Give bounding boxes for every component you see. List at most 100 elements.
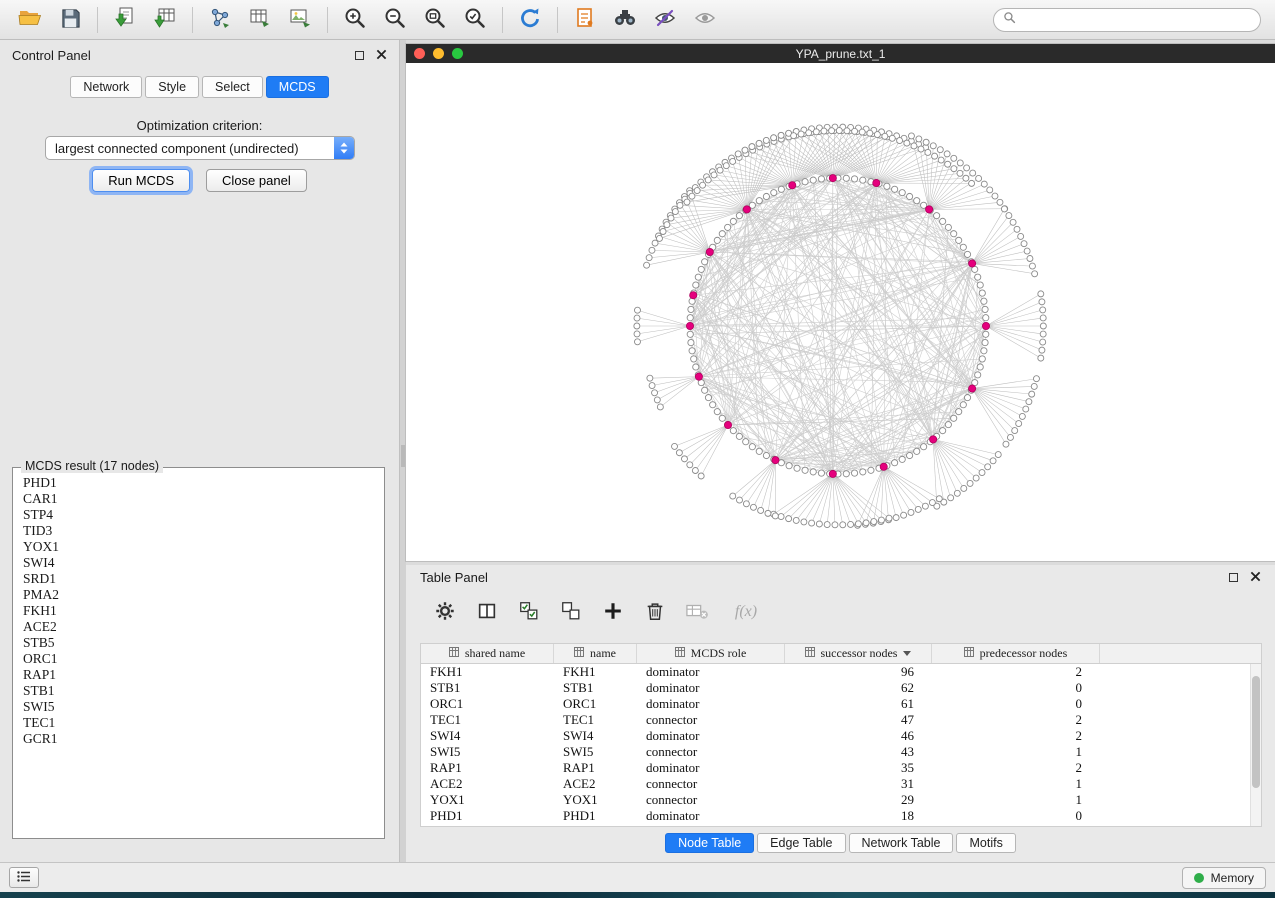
leaf-node[interactable] (717, 167, 723, 173)
leaf-node[interactable] (929, 500, 935, 506)
table-row[interactable]: YOX1YOX1connector291 (421, 792, 1261, 808)
leaf-node[interactable] (793, 517, 799, 523)
leaf-node[interactable] (736, 497, 742, 503)
column-header-successor-nodes[interactable]: successor nodes (785, 644, 932, 663)
leaf-node[interactable] (723, 163, 729, 169)
ring-node[interactable] (687, 315, 693, 321)
leaf-node[interactable] (871, 519, 877, 525)
dominator-node[interactable] (880, 463, 887, 470)
network-canvas[interactable] (406, 63, 1275, 561)
function-builder-button[interactable]: f(x) (722, 596, 770, 628)
ring-node[interactable] (818, 176, 824, 182)
ring-node[interactable] (736, 213, 742, 219)
float-panel-icon[interactable] (1229, 573, 1238, 582)
leaf-node[interactable] (945, 161, 951, 167)
ring-node[interactable] (818, 470, 824, 476)
mcds-node-item[interactable]: ACE2 (23, 619, 374, 635)
close-panel-icon[interactable] (1250, 570, 1261, 585)
mcds-node-item[interactable]: GCR1 (23, 731, 374, 747)
leaf-node[interactable] (654, 397, 660, 403)
optimization-dropdown[interactable]: largest connected component (undirected) (45, 136, 355, 160)
dominator-node[interactable] (873, 179, 880, 186)
ring-node[interactable] (743, 439, 749, 445)
leaf-node[interactable] (961, 485, 967, 491)
table-cell[interactable]: dominator (637, 808, 785, 824)
leaf-node[interactable] (916, 136, 922, 142)
table-cell[interactable]: 1 (932, 792, 1100, 808)
table-cell[interactable]: 2 (932, 728, 1100, 744)
ring-node[interactable] (719, 231, 725, 237)
zoom-fit-button[interactable] (415, 4, 455, 36)
ring-node[interactable] (710, 402, 716, 408)
leaf-node[interactable] (985, 464, 991, 470)
ring-node[interactable] (975, 274, 981, 280)
leaf-node[interactable] (742, 147, 748, 153)
memory-button[interactable]: Memory (1182, 867, 1266, 889)
table-cell[interactable]: 29 (785, 792, 932, 808)
leaf-node[interactable] (634, 331, 640, 337)
leaf-node[interactable] (634, 307, 640, 313)
export-table-button[interactable] (240, 4, 280, 36)
leaf-node[interactable] (964, 165, 970, 171)
leaf-node[interactable] (1029, 391, 1035, 397)
leaf-node[interactable] (684, 199, 690, 205)
ring-node[interactable] (940, 428, 946, 434)
mcds-node-item[interactable]: STB1 (23, 683, 374, 699)
ring-node[interactable] (802, 467, 808, 473)
leaf-node[interactable] (1031, 383, 1037, 389)
ring-node[interactable] (705, 394, 711, 400)
ring-node[interactable] (810, 177, 816, 183)
splitter-grip-icon[interactable] (401, 445, 405, 467)
leaf-node[interactable] (997, 199, 1003, 205)
leaf-node[interactable] (644, 262, 650, 268)
leaf-node[interactable] (647, 375, 653, 381)
leaf-node[interactable] (1014, 226, 1020, 232)
leaf-node[interactable] (813, 129, 819, 135)
leaf-node[interactable] (1032, 271, 1038, 277)
leaf-node[interactable] (672, 209, 678, 215)
mcds-node-item[interactable]: STB5 (23, 635, 374, 651)
leaf-node[interactable] (859, 129, 865, 135)
dominator-node[interactable] (695, 373, 702, 380)
export-network-button[interactable] (200, 4, 240, 36)
leaf-node[interactable] (957, 160, 963, 166)
leaf-node[interactable] (677, 202, 683, 208)
table-cell[interactable]: dominator (637, 664, 785, 680)
ring-node[interactable] (698, 266, 704, 272)
leaf-node[interactable] (749, 144, 755, 150)
leaf-node[interactable] (908, 133, 914, 139)
leaf-node[interactable] (1038, 355, 1044, 361)
table-cell[interactable]: TEC1 (421, 712, 554, 728)
close-panel-icon[interactable] (376, 48, 387, 63)
tab-network[interactable]: Network (70, 76, 142, 98)
ring-node[interactable] (695, 274, 701, 280)
leaf-node[interactable] (1040, 307, 1046, 313)
dominator-node[interactable] (982, 322, 989, 329)
leaf-node[interactable] (735, 151, 741, 157)
table-cell[interactable]: 1 (932, 776, 1100, 792)
leaf-node[interactable] (791, 133, 797, 139)
network-window-titlebar[interactable]: YPA_prune.txt_1 (406, 44, 1275, 63)
leaf-node[interactable] (840, 522, 846, 528)
leaf-node[interactable] (1023, 406, 1029, 412)
ring-node[interactable] (868, 467, 874, 473)
leaf-node[interactable] (922, 503, 928, 509)
mcds-node-item[interactable]: SWI5 (23, 699, 374, 715)
table-cell[interactable]: 1 (932, 744, 1100, 760)
ring-node[interactable] (851, 176, 857, 182)
leaf-node[interactable] (923, 139, 929, 145)
table-cell[interactable]: 0 (932, 680, 1100, 696)
dominator-node[interactable] (969, 385, 976, 392)
leaf-node[interactable] (829, 128, 835, 134)
ring-node[interactable] (979, 290, 985, 296)
ring-node[interactable] (981, 298, 987, 304)
leaf-node[interactable] (698, 473, 704, 479)
table-cell[interactable]: 46 (785, 728, 932, 744)
leaf-node[interactable] (660, 229, 666, 235)
table-cell[interactable]: SWI5 (421, 744, 554, 760)
leaf-node[interactable] (634, 339, 640, 345)
table-cell[interactable]: 0 (932, 808, 1100, 824)
table-cell[interactable]: 96 (785, 664, 932, 680)
table-cell[interactable]: connector (637, 744, 785, 760)
table-cell[interactable]: RAP1 (421, 760, 554, 776)
